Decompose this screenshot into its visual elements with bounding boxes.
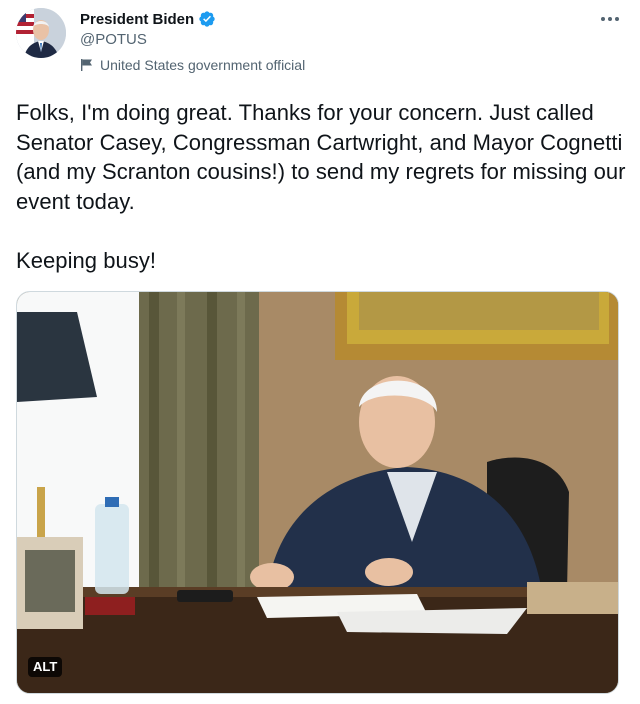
author-handle[interactable]: @POTUS (80, 31, 147, 48)
author-name-row: President Biden (80, 10, 216, 28)
avatar[interactable] (16, 8, 66, 58)
alt-text-badge[interactable]: ALT (28, 657, 63, 677)
more-options-button[interactable] (596, 8, 624, 30)
more-dots-icon (601, 17, 619, 21)
author-display-name[interactable]: President Biden (80, 11, 194, 28)
tweet-text: Folks, I'm doing great. Thanks for your … (16, 100, 626, 273)
flag-icon (80, 58, 94, 72)
government-label-text: United States government official (100, 57, 306, 73)
tweet: President Biden @POTUS United States gov… (0, 0, 640, 704)
verified-badge-icon (198, 10, 216, 28)
tweet-photo[interactable] (16, 291, 619, 694)
government-label[interactable]: United States government official (80, 57, 305, 73)
